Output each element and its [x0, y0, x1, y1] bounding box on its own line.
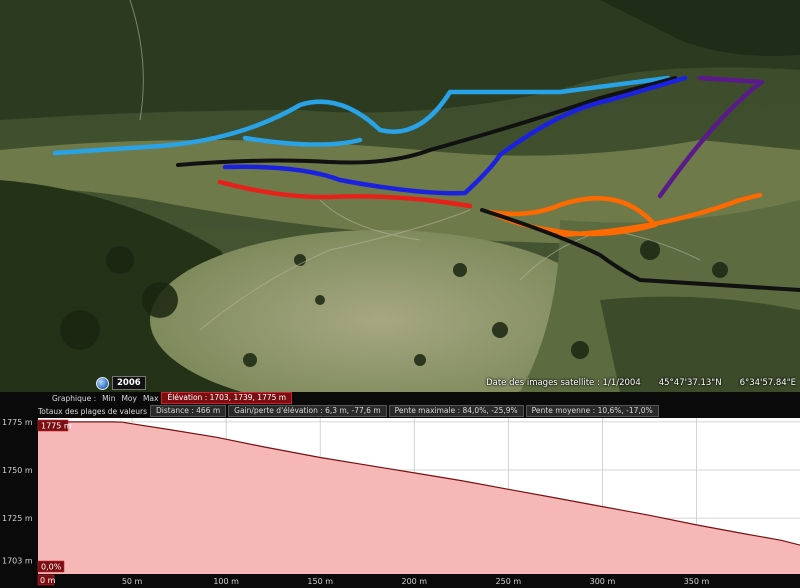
x-tick-label: 250 m	[496, 577, 522, 586]
profile-toolbar-row-1: Graphique : Min Moy Max Élévation : 1703…	[0, 392, 800, 404]
map-status-bar: Date des images satellite : 1/1/2004 45°…	[478, 376, 800, 390]
longitude-readout: 6°34'57.84"E	[739, 378, 796, 388]
x-tick-label: 350 m	[684, 577, 710, 586]
x-tick-label: 100 m	[213, 577, 239, 586]
distance-readout: Distance : 466 m	[150, 405, 227, 417]
max-slope-readout: Pente maximale : 84,0%, -25,9%	[388, 405, 524, 417]
x-tick-label: 200 m	[401, 577, 427, 586]
imagery-date-label: Date des images satellite : 1/1/2004	[486, 378, 641, 388]
min-toggle[interactable]: Min	[99, 394, 118, 403]
latitude-readout: 45°47'37.13"N	[658, 378, 722, 388]
x-tick-label: 300 m	[590, 577, 616, 586]
terrain-map[interactable]	[0, 0, 800, 392]
clock-globe-icon[interactable]	[96, 376, 109, 390]
avg-toggle[interactable]: Moy	[118, 394, 140, 403]
cursor-distance-tag-text: 0 m	[40, 576, 56, 585]
avg-slope-readout: Pente moyenne : 10,6%, -17,0%	[525, 405, 659, 417]
satellite-map-view[interactable]: 2006 Date des images satellite : 1/1/200…	[0, 0, 800, 392]
max-toggle[interactable]: Max	[140, 394, 162, 403]
y-tick-label: 1775 m	[2, 418, 33, 427]
graph-label: Graphique :	[52, 393, 97, 403]
y-tick-label: 1703 m	[2, 557, 33, 566]
x-tick-label: 50 m	[122, 577, 143, 586]
x-tick-label: 150 m	[307, 577, 333, 586]
elevation-summary[interactable]: Élévation : 1703, 1739, 1775 m	[161, 392, 293, 404]
elevation-chart[interactable]: 1775 m 1750 m 1725 m 1703 m 50 m 100 m 150 m 2…	[0, 418, 800, 588]
top-value-tag-text: 1775 m	[41, 422, 72, 431]
elevation-profile-panel: Graphique : Min Moy Max Élévation : 1703…	[0, 392, 800, 588]
gain-loss-readout: Gain/perte d'élévation : 6,3 m, -77,6 m	[228, 405, 387, 417]
profile-toolbar-row-2: Totaux des plages de valeurs Distance : …	[0, 405, 800, 417]
imagery-year-badge[interactable]: 2006	[112, 376, 146, 390]
range-totals-label: Totaux des plages de valeurs	[38, 406, 148, 416]
y-tick-label: 1725 m	[2, 514, 33, 523]
y-tick-label: 1750 m	[2, 466, 33, 475]
historical-imagery-control[interactable]: 2006	[96, 376, 146, 390]
slope-value-tag-text: 0,0%	[41, 563, 62, 572]
